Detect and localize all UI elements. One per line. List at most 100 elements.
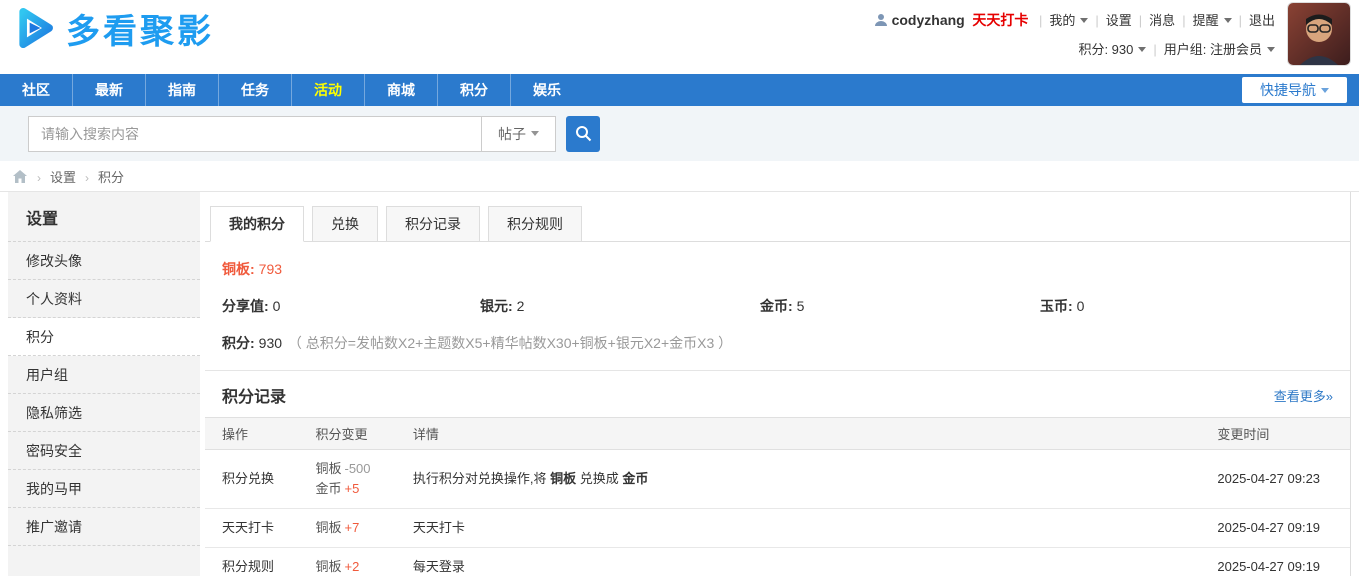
header-menu: | 我的 | 设置 | 消息 | 提醒 | 退出 bbox=[1032, 13, 1275, 28]
site-logo[interactable]: 多看聚影 bbox=[8, 2, 214, 54]
stat-3: 玉币: 0 bbox=[1040, 296, 1320, 316]
cell-time: 2025-04-27 09:19 bbox=[1217, 547, 1350, 576]
search-type-select[interactable]: 帖子 bbox=[481, 115, 556, 152]
sidebar-item-个人资料[interactable]: 个人资料 bbox=[8, 280, 200, 318]
tab-我的积分[interactable]: 我的积分 bbox=[210, 206, 304, 242]
content-area: 设置 修改头像 个人资料 积分 用户组 隐私筛选 密码安全 我的马甲 推广邀请 我的积分 兑换积… bbox=[0, 192, 1359, 576]
cell-time: 2025-04-27 09:23 bbox=[1217, 449, 1350, 509]
separator: | bbox=[1153, 42, 1157, 57]
sidebar-item-积分[interactable]: 积分 bbox=[8, 318, 200, 356]
view-more-link[interactable]: 查看更多» bbox=[1274, 386, 1333, 405]
stat-2: 金币: 5 bbox=[760, 296, 1040, 316]
tab-兑换[interactable]: 兑换 bbox=[312, 206, 378, 242]
checkin-badge[interactable]: 天天打卡 bbox=[972, 12, 1028, 28]
records-table: 操作 积分变更 详情 变更时间 积分兑换 铜板 -500 金币 +5 执行积分对兑换操作,将 铜… bbox=[205, 417, 1350, 576]
separator: | bbox=[1238, 13, 1242, 28]
table-row: 积分规则 铜板 +2 每天登录 2025-04-27 09:19 bbox=[205, 547, 1350, 576]
change-line: 铜板 +2 bbox=[315, 557, 412, 576]
avatar[interactable] bbox=[1287, 2, 1351, 66]
sidebar-item-用户组[interactable]: 用户组 bbox=[8, 356, 200, 394]
header-menu-我的[interactable]: 我的 bbox=[1049, 13, 1075, 28]
stat-label: 银元: bbox=[480, 298, 513, 314]
column-header-变更时间: 变更时间 bbox=[1217, 417, 1350, 450]
currency-name: 铜板 bbox=[315, 520, 342, 535]
stat-value: 0 bbox=[272, 298, 281, 314]
tab-积分规则[interactable]: 积分规则 bbox=[488, 206, 582, 242]
nav-item-积分[interactable]: 积分 bbox=[437, 74, 510, 106]
header-stat-1[interactable]: 用户组: 注册会员 bbox=[1164, 42, 1262, 57]
quick-nav-label: 快捷导航 bbox=[1260, 82, 1316, 98]
magnifier-icon bbox=[575, 125, 592, 142]
stat-value: 5 bbox=[796, 298, 805, 314]
breadcrumb: › 设置 › 积分 bbox=[0, 161, 1359, 192]
header-menu-消息[interactable]: 消息 bbox=[1149, 13, 1175, 28]
home-icon[interactable] bbox=[12, 169, 28, 184]
nav-item-社区[interactable]: 社区 bbox=[0, 74, 72, 106]
detail-part: 每天登录 bbox=[412, 559, 465, 574]
caret-down-icon bbox=[1267, 47, 1275, 52]
breadcrumb-item-积分[interactable]: 积分 bbox=[98, 170, 124, 185]
change-delta: +2 bbox=[344, 559, 360, 574]
logo-text: 多看聚影 bbox=[66, 12, 214, 51]
header-menu-退出[interactable]: 退出 bbox=[1249, 13, 1275, 28]
caret-down-icon bbox=[1223, 18, 1232, 23]
sidebar-item-密码安全[interactable]: 密码安全 bbox=[8, 432, 200, 470]
points-formula: （ 总积分=发帖数X2+主题数X5+精华帖数X30+铜板+银元X2+金币X3 ） bbox=[287, 335, 733, 351]
points-stats-row: 分享值: 0 银元: 2 金币: 5 玉币: 0 bbox=[222, 296, 1350, 316]
quick-nav-button[interactable]: 快捷导航 bbox=[1242, 77, 1347, 103]
points-summary: 铜板: 793 分享值: 0 银元: 2 金币: 5 玉币: 0 积分: 930 （ 总积分=发帖… bbox=[205, 242, 1350, 370]
header-user-area: codyzhang 天天打卡 | 我的 | 设置 | 消息 | 提醒 | 退出 积分: 930 | 用… bbox=[874, 10, 1275, 58]
breadcrumb-item-设置[interactable]: 设置 bbox=[50, 170, 76, 185]
sidebar-item-推广邀请[interactable]: 推广邀请 bbox=[8, 508, 200, 546]
header-line2: 积分: 930 | 用户组: 注册会员 bbox=[874, 39, 1275, 58]
copper-value: 793 bbox=[258, 261, 283, 277]
nav-item-任务[interactable]: 任务 bbox=[218, 74, 291, 106]
separator: | bbox=[1095, 13, 1099, 28]
nav-item-最新[interactable]: 最新 bbox=[72, 74, 145, 106]
tab-积分记录[interactable]: 积分记录 bbox=[386, 206, 480, 242]
cell-action: 天天打卡 bbox=[205, 508, 316, 548]
caret-down-icon bbox=[1138, 47, 1147, 52]
column-header-积分变更: 积分变更 bbox=[315, 417, 413, 450]
detail-part: 执行积分对兑换操作,将 bbox=[412, 471, 551, 486]
separator: | bbox=[1038, 13, 1043, 28]
nav-items: 社区 最新 指南 任务 活动 商城 积分 娱乐 bbox=[0, 74, 583, 106]
total-value: 930 bbox=[258, 335, 283, 351]
header-menu-提醒[interactable]: 提醒 bbox=[1193, 13, 1219, 28]
stat-label: 金币: bbox=[760, 298, 793, 314]
separator: | bbox=[1138, 13, 1143, 28]
copper-row: 铜板: 793 bbox=[222, 242, 1350, 279]
stat-label: 玉币: bbox=[1040, 298, 1073, 314]
nav-item-指南[interactable]: 指南 bbox=[145, 74, 218, 106]
stat-1: 银元: 2 bbox=[480, 296, 760, 316]
nav-item-活动[interactable]: 活动 bbox=[291, 74, 364, 106]
nav-item-娱乐[interactable]: 娱乐 bbox=[510, 74, 583, 106]
cell-action: 积分规则 bbox=[205, 547, 316, 576]
sidebar-item-我的马甲[interactable]: 我的马甲 bbox=[8, 470, 200, 508]
header-menu-设置[interactable]: 设置 bbox=[1106, 13, 1132, 28]
header-stat-0[interactable]: 积分: 930 bbox=[1078, 42, 1133, 57]
table-row: 积分兑换 铜板 -500 金币 +5 执行积分对兑换操作,将 铜板 兑换成 金币 2025-… bbox=[205, 449, 1350, 509]
settings-sidebar: 设置 修改头像 个人资料 积分 用户组 隐私筛选 密码安全 我的马甲 推广邀请 bbox=[8, 192, 200, 576]
breadcrumb-items: › 设置 › 积分 bbox=[28, 167, 124, 186]
search-button[interactable] bbox=[566, 115, 600, 152]
currency-name: 铜板 bbox=[315, 559, 342, 574]
sidebar-item-隐私筛选[interactable]: 隐私筛选 bbox=[8, 394, 200, 432]
search-type-label: 帖子 bbox=[498, 125, 526, 142]
total-label: 积分: bbox=[222, 335, 255, 351]
top-header: 多看聚影 codyzhang 天天打卡 | 我的 | 设置 | 消息 | 提醒 | 退出 积分: … bbox=[0, 0, 1359, 74]
play-triangle-icon bbox=[8, 2, 60, 54]
search-input[interactable] bbox=[28, 115, 481, 152]
username[interactable]: codyzhang bbox=[892, 12, 965, 28]
cell-action: 积分兑换 bbox=[205, 449, 316, 509]
detail-part: 兑换成 bbox=[576, 471, 623, 486]
stat-label: 分享值: bbox=[222, 298, 269, 314]
sidebar-item-修改头像[interactable]: 修改头像 bbox=[8, 242, 200, 280]
records-title: 积分记录 bbox=[222, 389, 287, 406]
column-header-详情: 详情 bbox=[412, 417, 1218, 450]
currency-name: 金币 bbox=[315, 481, 342, 496]
change-line: 铜板 +7 bbox=[315, 518, 412, 538]
nav-item-商城[interactable]: 商城 bbox=[364, 74, 437, 106]
breadcrumb-separator: › bbox=[85, 170, 90, 185]
change-line: 铜板 -500 bbox=[315, 459, 412, 479]
